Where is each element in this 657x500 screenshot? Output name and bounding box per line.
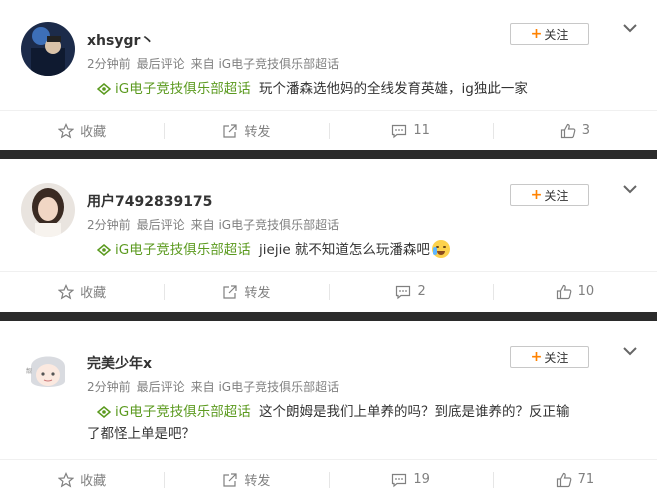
- topic-diamond-icon: [97, 406, 111, 418]
- post-content: iG电子竞技俱乐部超话 jiejie 就不知道怎么玩潘森吧: [97, 239, 450, 261]
- favorite-button[interactable]: 收藏: [0, 111, 164, 150]
- thumbs-up-icon: [556, 472, 571, 487]
- last-comment-label: 最后评论: [136, 57, 185, 71]
- favorite-button[interactable]: 收藏: [0, 460, 164, 499]
- action-bar: 收藏 转发 19 71: [0, 459, 657, 499]
- share-icon: [223, 284, 237, 299]
- share-button[interactable]: 转发: [164, 111, 328, 150]
- last-comment-label: 最后评论: [136, 218, 185, 232]
- post-card: 靓 完美少年x 2分钟前 最后评论 来自 iG电子竞技俱乐部超话 + 关注 iG电子竞…: [0, 321, 657, 500]
- post-card: xhsygr丶 2分钟前 最后评论 来自 iG电子竞技俱乐部超话 + 关注 iG电子竞…: [0, 0, 657, 150]
- plus-icon: +: [530, 349, 543, 365]
- crying-laugh-emoji-icon: [431, 240, 450, 258]
- chevron-down-icon[interactable]: [622, 346, 638, 356]
- topic-label: iG电子竞技俱乐部超话: [115, 404, 251, 420]
- star-icon: [58, 283, 75, 299]
- comment-button[interactable]: 2: [328, 272, 493, 311]
- avatar[interactable]: 靓: [21, 345, 75, 399]
- post-text-continued: 了都怪上单是吧？: [87, 426, 195, 442]
- feed-divider: [0, 312, 657, 321]
- post-meta: 2分钟前 最后评论 来自 iG电子竞技俱乐部超话: [87, 55, 339, 72]
- post-time: 2分钟前: [87, 380, 131, 394]
- comment-count: 11: [413, 123, 430, 138]
- topic-diamond-icon: [97, 83, 111, 95]
- comment-count: 19: [413, 472, 430, 487]
- comment-icon: [392, 473, 407, 487]
- share-button[interactable]: 转发: [164, 272, 328, 311]
- action-bar: 收藏 转发 2 10: [0, 271, 657, 311]
- favorite-label: 收藏: [80, 125, 107, 140]
- post-source[interactable]: 来自 iG电子竞技俱乐部超话: [191, 380, 339, 394]
- favorite-label: 收藏: [80, 474, 107, 489]
- like-count: 3: [581, 123, 591, 138]
- share-icon: [223, 472, 237, 487]
- comment-button[interactable]: 19: [328, 460, 493, 499]
- follow-label: 关注: [544, 27, 569, 42]
- comment-count: 2: [417, 284, 426, 299]
- follow-label: 关注: [544, 188, 569, 203]
- like-button[interactable]: 10: [492, 272, 657, 311]
- favorite-label: 收藏: [80, 286, 107, 301]
- post-meta: 2分钟前 最后评论 来自 iG电子竞技俱乐部超话: [87, 216, 339, 233]
- post-content: iG电子竞技俱乐部超话 玩个潘森选他妈的全线发育英雄，ig独此一家: [97, 78, 528, 100]
- comment-button[interactable]: 11: [328, 111, 493, 150]
- follow-button[interactable]: + 关注: [510, 346, 589, 368]
- post-text: jiejie 就不知道怎么玩潘森吧: [259, 242, 430, 258]
- topic-link[interactable]: iG电子竞技俱乐部超话: [97, 404, 251, 420]
- post-time: 2分钟前: [87, 218, 131, 232]
- last-comment-label: 最后评论: [136, 380, 185, 394]
- topic-label: iG电子竞技俱乐部超话: [115, 242, 251, 258]
- post-meta: 2分钟前 最后评论 来自 iG电子竞技俱乐部超话: [87, 378, 339, 395]
- like-button[interactable]: 71: [492, 460, 657, 499]
- feed-divider: [0, 150, 657, 159]
- action-bar: 收藏 转发 11 3: [0, 110, 657, 150]
- comment-icon: [392, 124, 407, 138]
- star-icon: [58, 122, 75, 138]
- like-count: 71: [577, 472, 595, 487]
- avatar[interactable]: [21, 183, 75, 237]
- follow-label: 关注: [544, 350, 569, 365]
- share-label: 转发: [244, 474, 271, 489]
- svg-text:靓: 靓: [26, 367, 32, 375]
- plus-icon: +: [530, 187, 543, 203]
- post-text: 这个朗姆是我们上单养的吗？到底是谁养的？反正输: [259, 404, 570, 420]
- topic-label: iG电子竞技俱乐部超话: [115, 81, 251, 97]
- like-count: 10: [577, 284, 595, 299]
- username[interactable]: 完美少年x: [87, 353, 152, 373]
- share-label: 转发: [244, 286, 271, 301]
- follow-button[interactable]: + 关注: [510, 184, 589, 206]
- thumbs-up-icon: [556, 284, 571, 299]
- plus-icon: +: [530, 26, 543, 42]
- topic-link[interactable]: iG电子竞技俱乐部超话: [97, 81, 251, 97]
- thumbs-up-icon: [560, 123, 576, 138]
- chevron-down-icon[interactable]: [622, 184, 638, 194]
- share-icon: [223, 123, 237, 138]
- username[interactable]: xhsygr丶: [87, 30, 154, 50]
- post-text: 玩个潘森选他妈的全线发育英雄，ig独此一家: [259, 81, 528, 97]
- chevron-down-icon[interactable]: [622, 23, 638, 33]
- topic-diamond-icon: [97, 244, 111, 256]
- follow-button[interactable]: + 关注: [510, 23, 589, 45]
- like-button[interactable]: 3: [492, 111, 657, 150]
- topic-link[interactable]: iG电子竞技俱乐部超话: [97, 242, 251, 258]
- post-time: 2分钟前: [87, 57, 131, 71]
- username[interactable]: 用户7492839175: [87, 191, 212, 211]
- comment-icon: [396, 285, 411, 299]
- post-source[interactable]: 来自 iG电子竞技俱乐部超话: [191, 57, 339, 71]
- post-card: 用户7492839175 2分钟前 最后评论 来自 iG电子竞技俱乐部超话 + 关注 …: [0, 159, 657, 312]
- share-button[interactable]: 转发: [164, 460, 328, 499]
- avatar[interactable]: [21, 22, 75, 76]
- post-source[interactable]: 来自 iG电子竞技俱乐部超话: [191, 218, 339, 232]
- star-icon: [58, 471, 75, 487]
- post-content: iG电子竞技俱乐部超话 这个朗姆是我们上单养的吗？到底是谁养的？反正输 了都怪上…: [87, 401, 632, 445]
- share-label: 转发: [244, 125, 271, 140]
- favorite-button[interactable]: 收藏: [0, 272, 164, 311]
